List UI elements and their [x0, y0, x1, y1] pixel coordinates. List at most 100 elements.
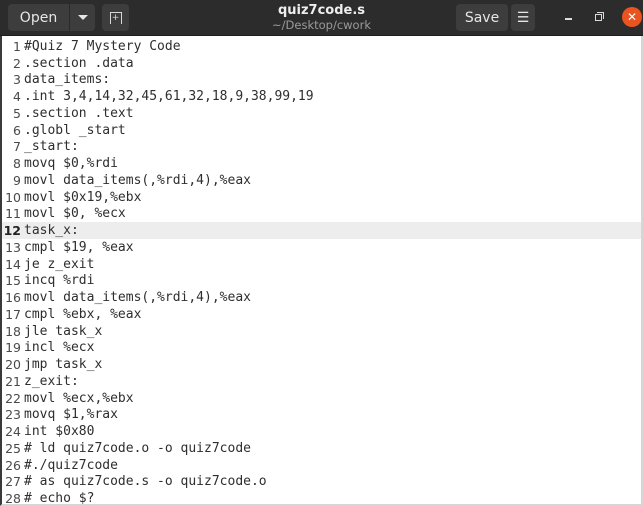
line-text[interactable]: je z_exit: [24, 257, 641, 272]
code-line[interactable]: 25 # ld quiz7code.o -o quiz7code: [2, 440, 641, 457]
code-line[interactable]: 16 movl data_items(,%rdi,4),%eax: [2, 289, 641, 306]
line-text[interactable]: jle task_x: [24, 324, 641, 339]
line-text[interactable]: #./quiz7code: [24, 458, 641, 473]
line-number: 8: [13, 156, 21, 172]
line-text[interactable]: .int 3,4,14,32,45,61,32,18,9,38,99,19: [24, 89, 641, 104]
code-line[interactable]: 21 z_exit:: [2, 373, 641, 390]
code-line[interactable]: 19 incl %ecx: [2, 340, 641, 357]
line-number: 7: [13, 139, 21, 155]
open-recent-dropdown-button[interactable]: [70, 4, 95, 31]
line-text[interactable]: movl %ecx,%ebx: [24, 391, 641, 406]
line-number: 23: [5, 407, 21, 423]
line-number: 16: [5, 290, 21, 306]
line-text[interactable]: movq $1,%rax: [24, 407, 641, 422]
line-text[interactable]: task_x:: [24, 223, 641, 238]
line-text[interactable]: cmpl $19, %eax: [24, 240, 641, 255]
line-number: 18: [5, 323, 21, 339]
open-button-group: Open: [8, 4, 95, 31]
line-text[interactable]: .globl _start: [24, 123, 641, 138]
line-number: 28: [5, 491, 21, 506]
line-number: 19: [5, 340, 21, 356]
code-line[interactable]: 24 int $0x80: [2, 423, 641, 440]
line-text[interactable]: movl $0, %ecx: [24, 206, 641, 221]
line-text[interactable]: z_exit:: [24, 374, 641, 389]
line-text[interactable]: # ld quiz7code.o -o quiz7code: [24, 441, 641, 456]
window-subtitle-path: ~/Desktop/cwork: [272, 18, 371, 32]
code-line[interactable]: 14 je z_exit: [2, 256, 641, 273]
line-number: 13: [5, 239, 21, 255]
line-text[interactable]: movl $0x19,%ebx: [24, 190, 641, 205]
code-line[interactable]: 3 data_items:: [2, 72, 641, 89]
code-line[interactable]: 28 # echo $?: [2, 490, 641, 506]
code-line[interactable]: 8 movq $0,%rdi: [2, 155, 641, 172]
line-text[interactable]: cmpl %ebx, %eax: [24, 307, 641, 322]
code-line[interactable]: 7 _start:: [2, 139, 641, 156]
chevron-down-icon: [77, 15, 88, 20]
close-icon: ✕: [626, 10, 638, 24]
code-line[interactable]: 5 .section .text: [2, 105, 641, 122]
line-text[interactable]: #Quiz 7 Mystery Code: [24, 39, 641, 54]
line-text[interactable]: # as quiz7code.s -o quiz7code.o: [24, 474, 641, 489]
code-line[interactable]: 27 # as quiz7code.s -o quiz7code.o: [2, 474, 641, 491]
line-text[interactable]: movl data_items(,%rdi,4),%eax: [24, 290, 641, 305]
code-line[interactable]: 18 jle task_x: [2, 323, 641, 340]
line-text[interactable]: .section .text: [24, 106, 641, 121]
code-line[interactable]: 4 .int 3,4,14,32,45,61,32,18,9,38,99,19: [2, 88, 641, 105]
code-line[interactable]: 17 cmpl %ebx, %eax: [2, 306, 641, 323]
minimize-icon: [564, 18, 572, 20]
line-number: 27: [5, 474, 21, 490]
line-number: 1: [13, 38, 21, 54]
line-text[interactable]: incq %rdi: [24, 273, 641, 288]
maximize-button[interactable]: [588, 7, 608, 27]
line-text[interactable]: movl data_items(,%rdi,4),%eax: [24, 173, 641, 188]
line-number: 14: [5, 256, 21, 272]
code-line[interactable]: 20 jmp task_x: [2, 356, 641, 373]
line-number: 11: [5, 206, 21, 222]
maximize-icon: [594, 11, 604, 21]
code-line[interactable]: 22 movl %ecx,%ebx: [2, 390, 641, 407]
line-number: 22: [5, 390, 21, 406]
code-line[interactable]: 11 movl $0, %ecx: [2, 206, 641, 223]
window-title: quiz7code.s: [277, 3, 366, 18]
code-line[interactable]: 13 cmpl $19, %eax: [2, 239, 641, 256]
line-number: 20: [5, 357, 21, 373]
line-number: 12: [3, 223, 21, 239]
line-number: 2: [13, 55, 21, 71]
line-number: 17: [5, 306, 21, 322]
line-text[interactable]: data_items:: [24, 72, 641, 87]
line-text[interactable]: .section .data: [24, 56, 641, 71]
code-line[interactable]: 2 .section .data: [2, 55, 641, 72]
line-number: 10: [5, 189, 21, 205]
code-line[interactable]: 1 #Quiz 7 Mystery Code: [2, 38, 641, 55]
new-tab-button[interactable]: +: [102, 4, 129, 31]
window-title-block: quiz7code.s ~/Desktop/cwork: [0, 3, 643, 32]
hamburger-menu-button[interactable]: ☰: [511, 4, 535, 31]
code-line-current[interactable]: 12 task_x:: [2, 222, 641, 239]
minimize-button[interactable]: [558, 7, 578, 27]
line-text[interactable]: # echo $?: [24, 491, 641, 506]
header-bar: Open + quiz7code.s ~/Desktop/cwork Save …: [0, 0, 643, 36]
open-button[interactable]: Open: [8, 4, 69, 31]
code-line[interactable]: 15 incq %rdi: [2, 273, 641, 290]
line-text[interactable]: movq $0,%rdi: [24, 156, 641, 171]
new-tab-icon: +: [109, 11, 122, 24]
text-editor[interactable]: 1 #Quiz 7 Mystery Code 2 .section .data 3 dat…: [0, 36, 643, 506]
close-button[interactable]: ✕: [622, 7, 642, 27]
line-number: 5: [13, 105, 21, 121]
code-line[interactable]: 10 movl $0x19,%ebx: [2, 189, 641, 206]
line-number: 3: [13, 72, 21, 88]
save-button[interactable]: Save: [456, 4, 508, 31]
code-line[interactable]: 23 movq $1,%rax: [2, 407, 641, 424]
line-text[interactable]: _start:: [24, 139, 641, 154]
code-line[interactable]: 26 #./quiz7code: [2, 457, 641, 474]
code-line[interactable]: 9 movl data_items(,%rdi,4),%eax: [2, 172, 641, 189]
line-number: 24: [5, 424, 21, 440]
line-text[interactable]: int $0x80: [24, 424, 641, 439]
line-number: 21: [5, 373, 21, 389]
code-line[interactable]: 6 .globl _start: [2, 122, 641, 139]
line-text[interactable]: incl %ecx: [24, 340, 641, 355]
line-number: 4: [13, 89, 21, 105]
line-text[interactable]: jmp task_x: [24, 357, 641, 372]
line-number: 26: [5, 457, 21, 473]
line-number: 25: [5, 440, 21, 456]
